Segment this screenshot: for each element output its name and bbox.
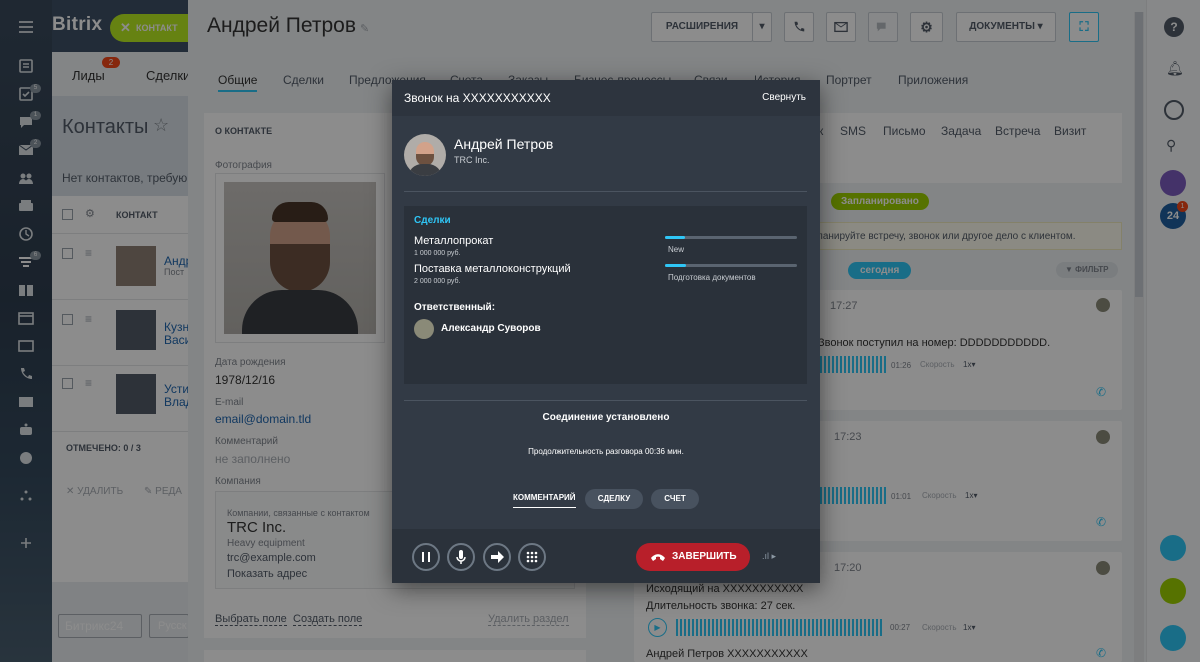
dialog-header: Звонок на XXXXXXXXXXX Свернуть <box>392 80 820 116</box>
deal-stage: Подготовка документов <box>668 273 756 282</box>
call-status: Соединение установлено <box>542 412 670 423</box>
keypad-icon <box>526 551 538 563</box>
signal-icon: .ıl ▸ <box>762 551 777 561</box>
deal-progress <box>665 264 797 267</box>
caller-avatar <box>404 134 446 176</box>
hangup-icon <box>651 554 665 561</box>
end-call-label: ЗАВЕРШИТЬ <box>672 551 737 562</box>
end-call-button[interactable]: ЗАВЕРШИТЬ <box>636 543 750 571</box>
responsible-avatar <box>414 319 434 339</box>
arrow-right-icon <box>491 551 504 563</box>
call-duration: Продолжительность разговора 00:36 мин. <box>528 447 684 456</box>
microphone-icon <box>456 550 466 564</box>
dialog-title: Звонок на XXXXXXXXXXX <box>404 91 551 105</box>
call-dialog: Звонок на XXXXXXXXXXX Свернуть Андрей Пе… <box>392 80 820 583</box>
hold-button[interactable] <box>412 543 440 571</box>
create-invoice-button[interactable]: СЧЕТ <box>651 489 699 509</box>
deal-progress-fill <box>665 264 687 267</box>
divider <box>404 191 807 192</box>
deal-amount: 2 000 000 руб. <box>414 278 461 285</box>
deal-progress-fill <box>665 236 685 239</box>
create-deal-button[interactable]: СДЕЛКУ <box>585 489 643 509</box>
caller-name[interactable]: Андрей Петров <box>454 136 553 152</box>
keypad-button[interactable] <box>518 543 546 571</box>
minimize-button[interactable]: Свернуть <box>762 92 806 103</box>
caller-company: TRC Inc. <box>454 155 490 165</box>
comment-tab[interactable]: КОММЕНТАРИЙ <box>513 493 576 508</box>
deal-stage: New <box>668 245 685 254</box>
deal-name[interactable]: Поставка металлоконструкций <box>414 263 571 275</box>
mute-button[interactable] <box>447 543 475 571</box>
deal-progress <box>665 236 797 239</box>
deals-title: Сделки <box>414 215 451 226</box>
responsible-label: Ответственный: <box>414 302 496 313</box>
deal-amount: 1 000 000 руб. <box>414 250 461 257</box>
pause-icon <box>422 552 430 562</box>
divider <box>404 400 807 401</box>
responsible-name[interactable]: Александр Суворов <box>441 323 541 334</box>
deals-panel: Сделки Металлопрокат 1 000 000 руб. New … <box>404 206 807 384</box>
deal-name[interactable]: Металлопрокат <box>414 235 493 247</box>
transfer-button[interactable] <box>483 543 511 571</box>
